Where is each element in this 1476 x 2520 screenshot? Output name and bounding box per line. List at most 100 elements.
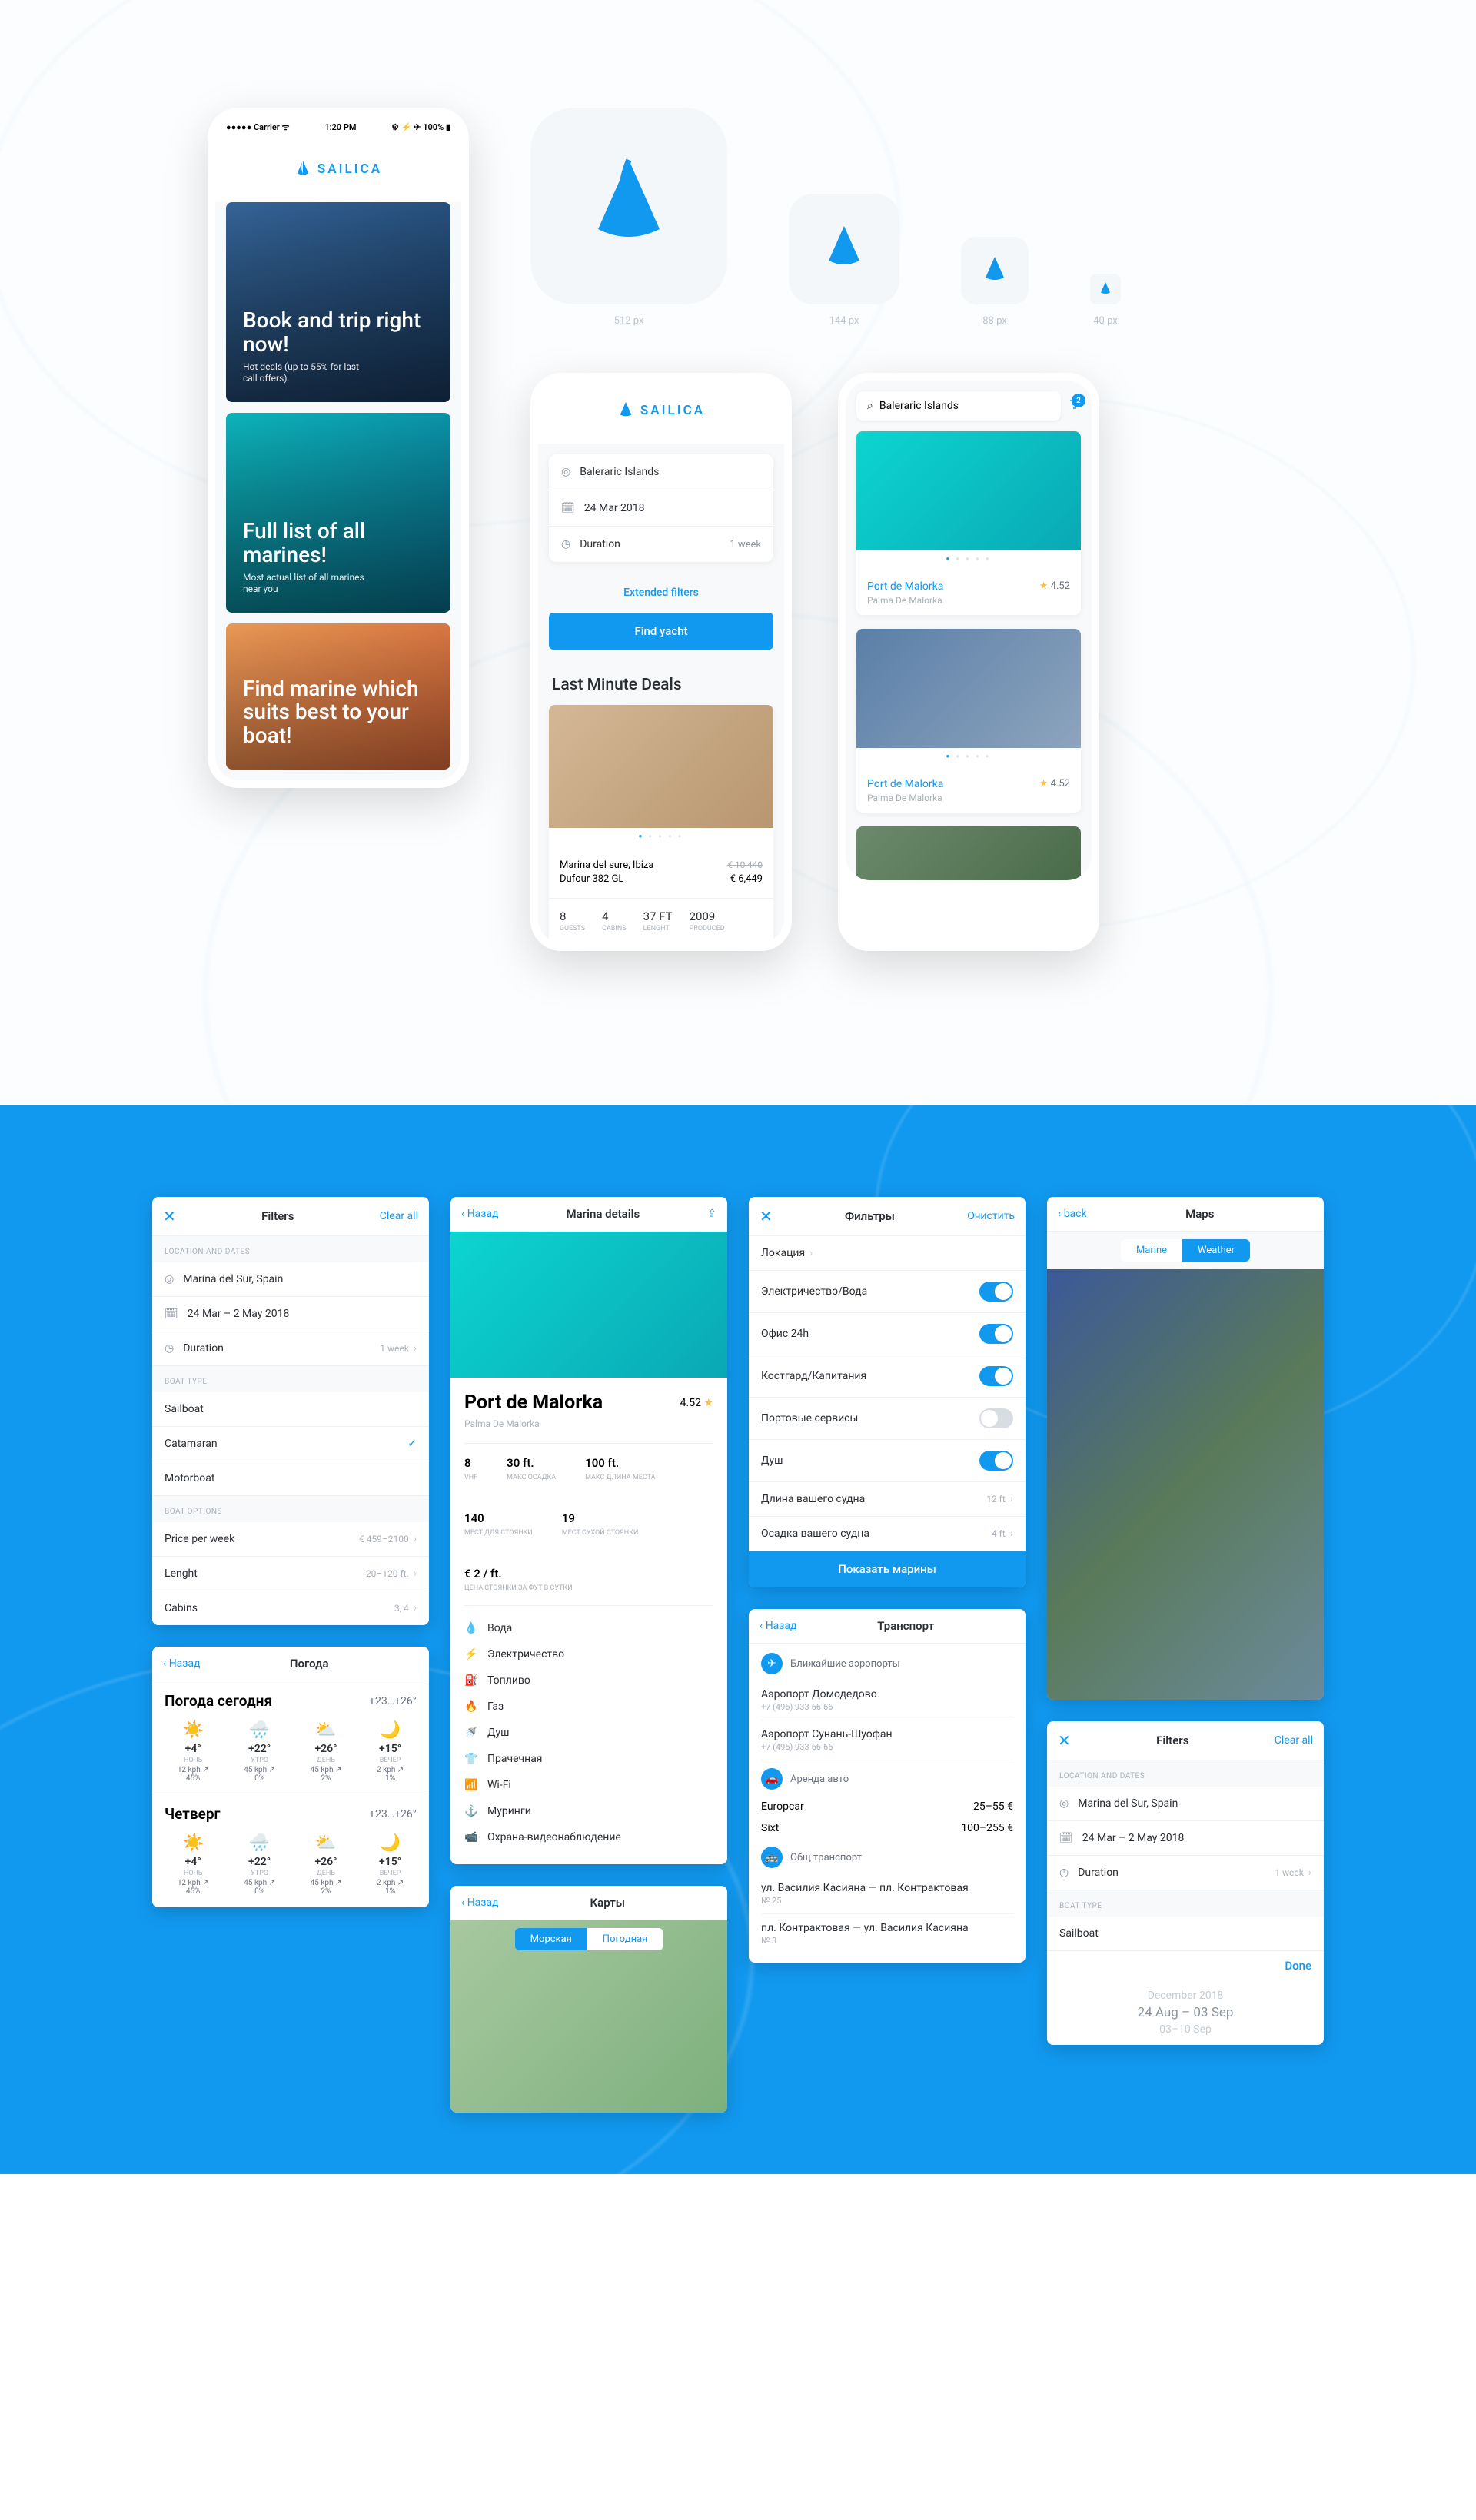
map-view[interactable]: МорскаяПогодная: [450, 1920, 727, 2113]
amenity-item: 🔥Газ: [464, 1694, 713, 1720]
toggle[interactable]: [979, 1324, 1013, 1344]
share-icon[interactable]: ⇪: [707, 1208, 716, 1220]
search-location-row[interactable]: ◎Baleraric Islands: [549, 454, 773, 490]
opt-cabins[interactable]: Cabins3, 4›: [152, 1591, 429, 1625]
amenity-item: 👕Прачечная: [464, 1746, 713, 1772]
close-button[interactable]: ✕: [1058, 1731, 1071, 1750]
filter-row[interactable]: Душ: [749, 1440, 1026, 1482]
filter-row[interactable]: Портовые сервисы: [749, 1398, 1026, 1440]
search-input[interactable]: ⌕Baleraric Islands: [856, 391, 1061, 421]
filter-row[interactable]: Осадка вашего судна4 ft›: [749, 1517, 1026, 1551]
filter-row[interactable]: Электричество/Вода: [749, 1271, 1026, 1313]
transport-panel: ‹ НазадТранспорт ✈Ближайшие аэропорты Аэ…: [749, 1609, 1026, 1963]
search-date-row[interactable]: 🗓24 Mar 2018: [549, 490, 773, 527]
filter-dates[interactable]: 🗓24 Mar – 2 May 2018: [152, 1297, 429, 1331]
opt-length[interactable]: Lenght20–120 ft.›: [152, 1557, 429, 1591]
clear-all-button[interactable]: Clear all: [380, 1210, 418, 1222]
plane-icon: ✈: [761, 1653, 783, 1674]
weather-thu-row: ☀️+4°НОЧЬ12 kph ↗45%🌧️+22°УТРО45 kph ↗0%…: [152, 1827, 429, 1907]
route-link[interactable]: ул. Василия Касияна — пл. Контрактовая: [761, 1882, 1013, 1894]
chevron-right-icon: ›: [414, 1342, 417, 1355]
sailica-logo-icon: [294, 159, 311, 179]
date-picker-wheel[interactable]: December 2018 24 Aug – 03 Sep 03–10 Sep: [1047, 1980, 1324, 2045]
search-duration-row[interactable]: ◷Duration1 week: [549, 527, 773, 562]
show-marinas-button[interactable]: Показать марины: [749, 1551, 1026, 1587]
app-icon-88: [961, 237, 1029, 304]
hero-marines-list[interactable]: Full list of all marines!Most actual lis…: [226, 413, 450, 613]
back-button[interactable]: ‹ Назад: [461, 1897, 498, 1909]
filter-row[interactable]: Офис 24h: [749, 1313, 1026, 1355]
amenity-item: 📹Охрана-видеонаблюдение: [464, 1824, 713, 1850]
hero-book-trip[interactable]: Book and trip right now!Hot deals (up to…: [226, 202, 450, 402]
deal-card[interactable]: ● ● ● ● ● Marina del sure, Ibiza€ 10,440…: [549, 705, 773, 943]
toggle[interactable]: [979, 1408, 1013, 1428]
close-button[interactable]: ✕: [760, 1207, 773, 1225]
result-card[interactable]: ● ● ● ● ● Port de MalorkaPalma De Malork…: [856, 431, 1081, 615]
toggle[interactable]: [979, 1282, 1013, 1302]
map-type-segment[interactable]: МорскаяПогодная: [515, 1928, 663, 1950]
back-button[interactable]: ‹ Назад: [163, 1657, 200, 1670]
boat-type-sailboat[interactable]: Sailboat: [152, 1392, 429, 1427]
filter-row[interactable]: Локация›: [749, 1236, 1026, 1271]
weather-today-row: ☀️+4°НОЧЬ12 kph ↗45%🌧️+22°УТРО45 kph ↗0%…: [152, 1714, 429, 1794]
amenity-item: 🚿Душ: [464, 1720, 713, 1746]
filter-row[interactable]: Костгард/Капитания: [749, 1355, 1026, 1398]
marina-detail-panel: ‹ НазадMarina details⇪ Port de Malorka4.…: [450, 1197, 727, 1864]
hero-find-marine[interactable]: Find marine which suits best to your boa…: [226, 623, 450, 770]
done-button[interactable]: Done: [1047, 1951, 1324, 1980]
filter-location[interactable]: ◎Marina del Sur, Spain: [152, 1262, 429, 1297]
toggle[interactable]: [979, 1451, 1013, 1471]
boat-type-catamaran[interactable]: Catamaran✓: [152, 1427, 429, 1461]
phone-search: SAILICA ◎Baleraric Islands 🗓24 Mar 2018 …: [530, 373, 792, 951]
amenity-item: 📶Wi-Fi: [464, 1772, 713, 1798]
bus-icon: 🚌: [761, 1847, 783, 1868]
weather-map-view[interactable]: [1047, 1269, 1324, 1700]
boat-type-sailboat[interactable]: Sailboat: [1047, 1917, 1324, 1951]
amenity-item: ⚡Электричество: [464, 1641, 713, 1667]
filter-button[interactable]: 2: [1069, 398, 1081, 414]
filters-panel-2: ✕FiltersClear all LOCATION AND DATES ◎Ma…: [1047, 1721, 1324, 2045]
pin-icon: ◎: [561, 466, 570, 478]
maps-panel-ru: ‹ НазадКарты МорскаяПогодная: [450, 1886, 727, 2113]
app-icon-144: [789, 194, 899, 304]
search-icon: ⌕: [867, 400, 873, 412]
extended-filters-link[interactable]: Extended filters: [538, 573, 784, 613]
filter-duration[interactable]: ◷Duration1 week›: [152, 1331, 429, 1366]
status-bar: ●●●●● Carrier ᯤ 1:20 PM ⚙ ⚡ ✈ 100% ▮: [215, 115, 461, 139]
close-button[interactable]: ✕: [163, 1207, 176, 1225]
phone-main: ●●●●● Carrier ᯤ 1:20 PM ⚙ ⚡ ✈ 100% ▮ SAI…: [208, 108, 469, 788]
map-type-segment[interactable]: MarineWeather: [1121, 1239, 1250, 1262]
calendar-icon: 🗓: [561, 502, 575, 514]
calendar-icon: 🗓: [165, 1308, 178, 1320]
result-card-partial[interactable]: [856, 826, 1081, 880]
result-card[interactable]: ● ● ● ● ● Port de MalorkaPalma De Malork…: [856, 629, 1081, 813]
clear-all-button[interactable]: Clear all: [1275, 1734, 1313, 1747]
back-button[interactable]: ‹ Назад: [461, 1208, 498, 1220]
opt-price[interactable]: Price per week€ 459–2100›: [152, 1522, 429, 1557]
marina-hero-image: [450, 1232, 727, 1378]
pin-icon: ◎: [165, 1273, 174, 1285]
back-button[interactable]: ‹ Назад: [760, 1620, 796, 1632]
deal-image: [549, 705, 773, 828]
filter-row[interactable]: Длина вашего судна12 ft›: [749, 1482, 1026, 1517]
clock-icon: ◷: [561, 538, 570, 550]
find-yacht-button[interactable]: Find yacht: [549, 613, 773, 650]
filter-duration[interactable]: ◷Duration1 week›: [1047, 1856, 1324, 1890]
app-icon-512: [530, 108, 727, 304]
back-button[interactable]: ‹ back: [1058, 1208, 1087, 1220]
last-minute-title: Last Minute Deals: [538, 668, 784, 705]
clear-button[interactable]: Очистить: [967, 1210, 1015, 1222]
filters-panel: ✕FiltersClear all LOCATION AND DATES ◎Ma…: [152, 1197, 429, 1625]
boat-type-motorboat[interactable]: Motorboat: [152, 1461, 429, 1496]
app-icon-sizes: 512 px 144 px 88 px 40 px: [530, 108, 1121, 327]
route-link[interactable]: пл. Контрактовая — ул. Василия Касияна: [761, 1922, 1013, 1934]
filter-dates[interactable]: 🗓24 Mar – 2 May 2018: [1047, 1821, 1324, 1856]
filter-location[interactable]: ◎Marina del Sur, Spain: [1047, 1787, 1324, 1821]
check-icon: ✓: [407, 1438, 417, 1450]
airport-link[interactable]: Аэропорт Домодедово: [761, 1688, 1013, 1701]
airport-link[interactable]: Аэропорт Сунань-Шуофан: [761, 1728, 1013, 1740]
app-icon-40: [1090, 274, 1121, 304]
weather-panel: ‹ НазадПогода Погода сегодня+23…+26° ☀️+…: [152, 1647, 429, 1907]
toggle[interactable]: [979, 1366, 1013, 1386]
amenity-item: 💧Вода: [464, 1615, 713, 1641]
